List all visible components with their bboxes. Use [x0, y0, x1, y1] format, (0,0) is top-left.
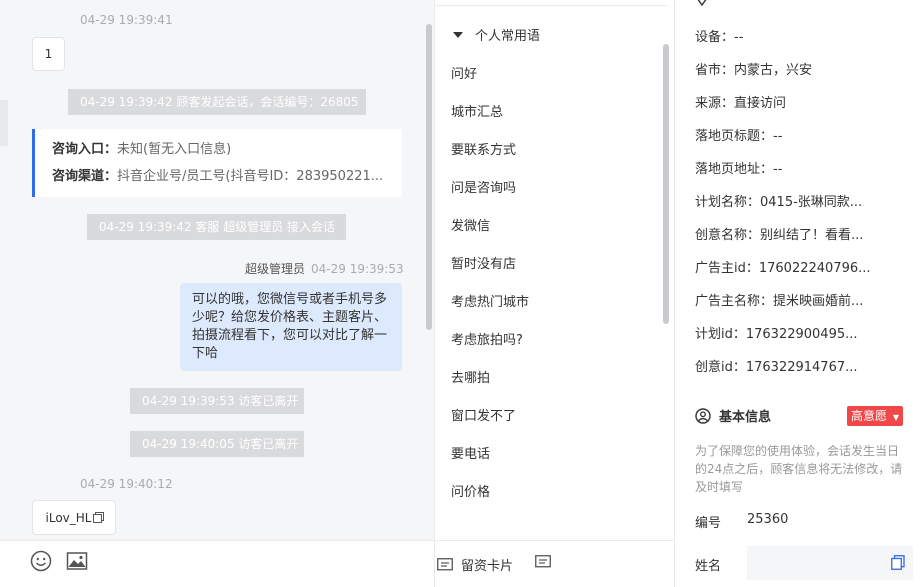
- emoji-icon[interactable]: [30, 550, 52, 572]
- message-timestamp: 04-29 19:39:41: [80, 13, 173, 27]
- lead-card-label: 留资卡片: [461, 559, 514, 574]
- intent-level-dropdown[interactable]: 高意愿 ▼: [847, 406, 903, 426]
- chat-scrollbar[interactable]: [426, 24, 432, 330]
- phrase-item[interactable]: 考虑旅拍吗?: [451, 329, 523, 348]
- copy-icon[interactable]: [93, 514, 103, 523]
- info-device: 设备：--: [695, 30, 744, 45]
- customer-id-label: 编号: [695, 516, 722, 531]
- agent-message-header: 超级管理员 04-29 19:39:53: [245, 260, 404, 277]
- customer-name-input[interactable]: [747, 546, 913, 580]
- message-card-icon: [535, 555, 551, 568]
- info-region: 省市：内蒙古，兴安: [695, 63, 813, 78]
- agent-name: 超级管理员: [245, 262, 306, 276]
- lead-card-button[interactable]: 留资卡片: [437, 555, 513, 574]
- info-creative-id: 创意id：176322914767...: [695, 360, 858, 375]
- phrase-item[interactable]: 要联系方式: [451, 139, 516, 158]
- phrase-group-title: 个人常用语: [475, 29, 541, 44]
- info-landing-title: 落地页标题：--: [695, 129, 783, 144]
- visitor-message: iLov_HL: [32, 500, 116, 535]
- phrase-item[interactable]: 发微信: [451, 215, 490, 234]
- caret-down-icon: ▼: [892, 413, 899, 422]
- consult-channel-label: 咨询渠道：: [52, 169, 118, 184]
- collapse-phrases-button[interactable]: [535, 555, 559, 569]
- system-message-visitor-left: 04-29 19:39:53 访客已离开: [130, 388, 304, 414]
- phrases-toolbar: 留资卡片: [434, 540, 674, 587]
- system-message-agent-join: 04-29 19:39:42 客服 超级管理员 接入会话: [87, 214, 346, 240]
- system-message-session-start: 04-29 19:39:42 顾客发起会话，会话编号：26805: [68, 89, 366, 115]
- cut-off-section-header: [695, 0, 709, 6]
- chat-edge-tab: [0, 100, 8, 146]
- info-source: 来源：直接访问: [695, 96, 787, 111]
- info-advertiser-name: 广告主名称：提米映画婚前...: [695, 294, 864, 309]
- user-circle-icon: [695, 407, 711, 424]
- phrases-scrollbar[interactable]: [663, 44, 669, 324]
- system-message-visitor-left: 04-29 19:40:05 访客已离开: [130, 431, 304, 457]
- phrase-item[interactable]: 考虑热门城市: [451, 291, 529, 310]
- phrase-item[interactable]: 去哪拍: [451, 367, 490, 386]
- consult-entry-label: 咨询入口：: [52, 142, 118, 157]
- chat-toolbar: [0, 540, 434, 587]
- divider: [435, 5, 667, 6]
- location-pin-icon: [697, 0, 707, 6]
- info-plan-id: 计划id：176322900495...: [695, 327, 858, 342]
- chat-panel: 04-29 19:39:41 1 04-29 19:39:42 顾客发起会话，会…: [0, 0, 434, 587]
- consult-entry-row: 咨询入口：未知(暂无入口信息): [52, 139, 397, 166]
- customer-id-value: 25360: [747, 512, 789, 527]
- message-timestamp: 04-29 19:40:12: [80, 477, 173, 491]
- info-landing-url: 落地页地址：--: [695, 162, 783, 177]
- customer-info-panel: 设备：-- 省市：内蒙古，兴安 来源：直接访问 落地页标题：-- 落地页地址：-…: [674, 0, 920, 587]
- basic-info-header: 基本信息: [695, 406, 771, 425]
- phrase-item[interactable]: 问是咨询吗: [451, 177, 516, 196]
- message-card-icon: [437, 557, 453, 570]
- customer-name-label: 姓名: [695, 559, 722, 574]
- phrase-item[interactable]: 城市汇总: [451, 101, 503, 120]
- consult-source-card: 咨询入口：未知(暂无入口信息) 咨询渠道：抖音企业号/员工号(抖音号ID：283…: [32, 129, 402, 197]
- phrase-item[interactable]: 暂时没有店: [451, 253, 516, 272]
- agent-message-time: 04-29 19:39:53: [311, 262, 404, 276]
- visitor-message: 1: [32, 37, 65, 71]
- customer-service-workspace: 04-29 19:39:41 1 04-29 19:39:42 顾客发起会话，会…: [0, 0, 920, 587]
- consult-channel-value: 抖音企业号/员工号(抖音号ID：283950221...: [117, 169, 384, 184]
- visitor-message-text: iLov_HL: [45, 510, 92, 525]
- phrase-item[interactable]: 窗口发不了: [451, 405, 516, 424]
- info-advertiser-id: 广告主id：176022240796...: [695, 261, 871, 276]
- caret-down-icon: [453, 31, 463, 38]
- phrase-group-header[interactable]: 个人常用语: [453, 25, 540, 44]
- basic-info-title: 基本信息: [719, 410, 772, 425]
- info-plan-name: 计划名称：0415-张琳同款...: [695, 195, 863, 210]
- consult-channel-row: 咨询渠道：抖音企业号/员工号(抖音号ID：283950221...: [52, 166, 397, 193]
- intent-level-label: 高意愿: [851, 409, 888, 423]
- copy-icon[interactable]: [891, 555, 905, 570]
- agent-message: 可以的哦，您微信号或者手机号多少呢？给您发价格表、主题客片、拍摄流程看下，您可以…: [180, 283, 402, 371]
- consult-entry-value: 未知(暂无入口信息): [117, 142, 232, 157]
- edit-deadline-notice: 为了保障您的使用体验，会话发生当日的24点之后，顾客信息将无法修改，请及时填写: [695, 444, 903, 494]
- phrase-item[interactable]: 问价格: [451, 481, 490, 500]
- image-icon[interactable]: [66, 550, 88, 572]
- info-creative-name: 创意名称：别纠结了！看看...: [695, 228, 864, 243]
- phrase-item[interactable]: 要电话: [451, 443, 490, 462]
- phrase-item[interactable]: 问好: [451, 63, 477, 82]
- quick-phrases-panel: 个人常用语 问好 城市汇总 要联系方式 问是咨询吗 发微信 暂时没有店 考虑热门…: [434, 0, 674, 540]
